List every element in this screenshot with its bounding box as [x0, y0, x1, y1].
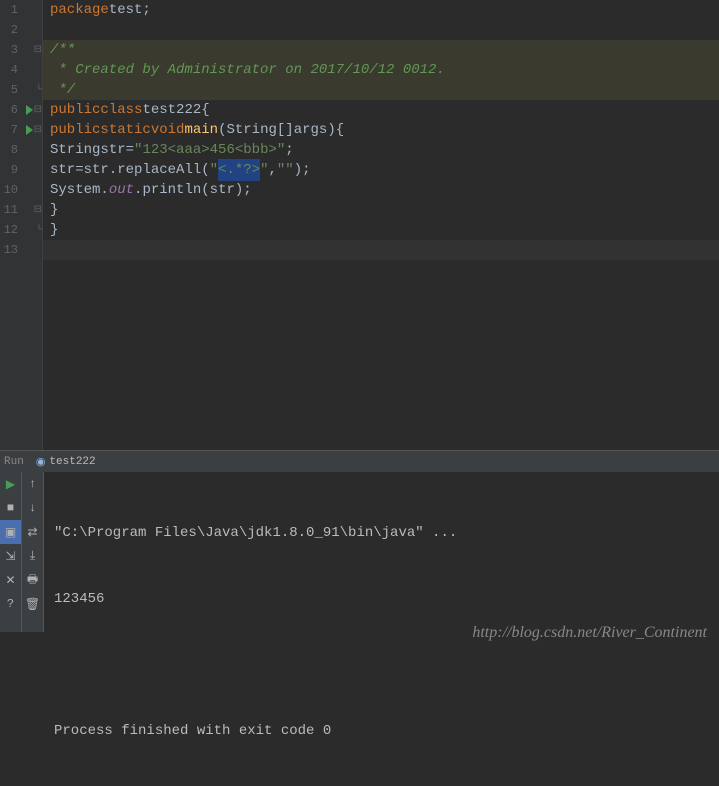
scroll-to-end-button[interactable]: ⤓ — [22, 544, 43, 568]
doc-text: * Created by Administrator on 2017/10/12… — [50, 60, 445, 80]
run-toolbar-inner: ↑ ↓ ⇄ ⤓ 🖶 🗑 — [22, 472, 44, 632]
line-num: 12 — [0, 223, 20, 237]
console-cmd-line: "C:\Program Files\Java\jdk1.8.0_91\bin\j… — [54, 522, 709, 544]
field-out: out — [109, 180, 134, 200]
stop-button[interactable]: ■ — [0, 496, 21, 520]
string-literal: "123<aaa>456<bbb>" — [134, 140, 285, 160]
line-num: 1 — [0, 3, 20, 17]
layout-button[interactable]: ▣ — [0, 520, 21, 544]
line-num: 8 — [0, 143, 20, 157]
line-num: 13 — [0, 243, 20, 257]
line-num: 4 — [0, 63, 20, 77]
pkg-name: test — [109, 0, 143, 20]
pin-button[interactable]: ⇲ — [0, 544, 21, 568]
run-class-icon[interactable] — [26, 105, 33, 115]
line-num: 3 — [0, 43, 20, 57]
method-replaceall: replaceAll — [117, 160, 201, 180]
run-config-tab[interactable]: ◉ test222 — [30, 453, 102, 471]
run-config-name: test222 — [49, 456, 95, 468]
kw-public: public — [50, 120, 100, 140]
soft-wrap-button[interactable]: ⇄ — [22, 520, 43, 544]
line-num: 11 — [0, 203, 20, 217]
line-num: 9 — [0, 163, 20, 177]
gutter: 1 2 3⊟ 4 5└ 6⊟ 7⊟ 8 9 10 11⊟ 12└ 13 — [0, 0, 42, 450]
console-output[interactable]: "C:\Program Files\Java\jdk1.8.0_91\bin\j… — [44, 472, 719, 632]
watermark-text: http://blog.csdn.net/River_Continent — [472, 624, 707, 642]
regex-selection: <.*?> — [218, 159, 260, 181]
line-num: 2 — [0, 23, 20, 37]
run-toolbar-left: ▶ ■ ▣ ⇲ ✕ ? — [0, 472, 22, 632]
print-button[interactable]: 🖶 — [22, 568, 43, 592]
semicolon: ; — [142, 0, 150, 20]
type-string: String — [50, 140, 100, 160]
run-main-icon[interactable] — [26, 125, 33, 135]
code-editor[interactable]: package test; /** * Created by Administr… — [42, 0, 719, 450]
doc-close: */ — [50, 80, 75, 100]
clear-button[interactable]: 🗑 — [22, 592, 43, 616]
console-exit-line: Process finished with exit code 0 — [54, 720, 709, 742]
line-num: 6 — [0, 103, 20, 117]
kw-package: package — [50, 0, 109, 20]
fold-icon[interactable]: ⊟ — [34, 44, 42, 56]
line-num: 10 — [0, 183, 20, 197]
doc-open: /** — [50, 40, 75, 60]
kw-void: void — [151, 120, 185, 140]
brace-close: } — [50, 200, 58, 220]
kw-static: static — [100, 120, 150, 140]
line-num: 7 — [0, 123, 20, 137]
down-button[interactable]: ↓ — [22, 496, 43, 520]
kw-class: class — [100, 100, 142, 120]
run-label: Run — [4, 456, 30, 468]
close-button[interactable]: ✕ — [0, 568, 21, 592]
brace: { — [201, 100, 209, 120]
rerun-button[interactable]: ▶ — [0, 472, 21, 496]
console-stdout: 123456 — [54, 588, 709, 610]
method-main: main — [184, 120, 218, 140]
java-class-icon: ◉ — [36, 455, 46, 469]
run-toolwindow-header: Run ◉ test222 — [0, 450, 719, 472]
class-name: test222 — [142, 100, 201, 120]
kw-public: public — [50, 100, 100, 120]
fold-end-icon[interactable]: ⊟ — [34, 204, 42, 216]
console-area: ▶ ■ ▣ ⇲ ✕ ? ↑ ↓ ⇄ ⤓ 🖶 🗑 "C:\Program File… — [0, 472, 719, 632]
brace-close: } — [50, 220, 58, 240]
fold-icon[interactable]: ⊟ — [34, 124, 42, 136]
up-button[interactable]: ↑ — [22, 472, 43, 496]
line-num: 5 — [0, 83, 20, 97]
editor-area: 1 2 3⊟ 4 5└ 6⊟ 7⊟ 8 9 10 11⊟ 12└ 13 pack… — [0, 0, 719, 450]
fold-icon[interactable]: ⊟ — [34, 104, 42, 116]
help-button[interactable]: ? — [0, 592, 21, 616]
